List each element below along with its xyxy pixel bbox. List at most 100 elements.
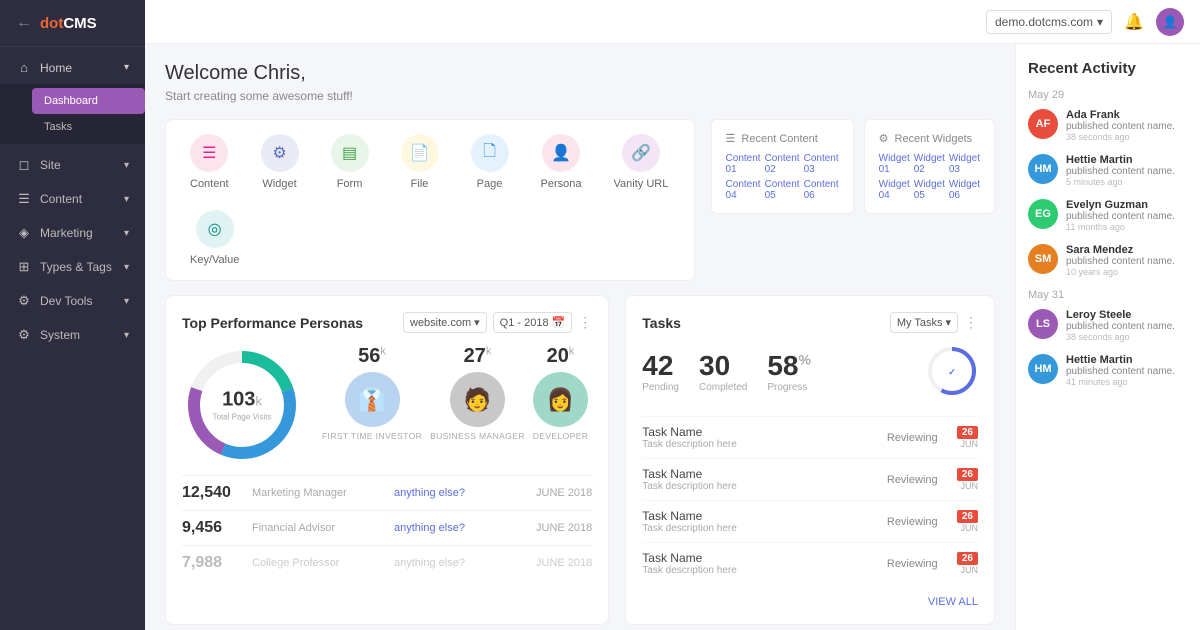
quick-link-vanity[interactable]: 🔗 Vanity URL: [598, 124, 685, 200]
user-avatar[interactable]: 👤: [1156, 8, 1184, 36]
activity-text-evelyn: Evelyn Guzman published content name. 11…: [1066, 199, 1188, 232]
recent-widgets-grid: Widget 01 Widget 02 Widget 03 Widget 04 …: [879, 153, 980, 201]
sidebar-content-label: Content: [40, 192, 82, 206]
tasks-filter-selector[interactable]: My Tasks ▾: [890, 312, 958, 333]
sidebar-item-home[interactable]: ⌂ Home ▾: [0, 51, 145, 84]
task-3-name: Task Name: [642, 509, 877, 523]
chevron-content-icon: ▾: [124, 194, 129, 205]
main-area: demo.dotcms.com ▾ 🔔 👤 Welcome Chris, Sta…: [145, 0, 1200, 630]
sidebar-item-types-tags[interactable]: ⊞ Types & Tags ▾: [0, 250, 145, 284]
site-selector[interactable]: demo.dotcms.com ▾: [986, 10, 1112, 34]
tasks-more-icon[interactable]: ⋮: [964, 314, 978, 331]
recent-content-03[interactable]: Content 03: [804, 153, 839, 175]
donut-label: Total Page Visits: [213, 413, 272, 422]
task-4-day: 26: [957, 552, 978, 565]
sidebar-item-marketing[interactable]: ◈ Marketing ▾: [0, 216, 145, 250]
quick-link-vanity-label: Vanity URL: [614, 178, 669, 190]
donut-chart: 103k Total Page Visits: [182, 345, 302, 465]
recent-widget-02[interactable]: Widget 02: [914, 153, 945, 175]
bell-icon[interactable]: 🔔: [1124, 12, 1144, 32]
task-completed-label: Completed: [699, 382, 747, 393]
activity-desc-evelyn: published content name.: [1066, 211, 1188, 222]
quick-link-keyval[interactable]: ◎ Key/Value: [174, 200, 255, 276]
activity-time-sara: 10 years ago: [1066, 267, 1188, 277]
personas-card-header: Top Performance Personas website.com ▾ Q…: [182, 312, 592, 333]
task-1-month: JUN: [961, 439, 979, 449]
personas-period-selector[interactable]: Q1 - 2018 📅: [493, 312, 573, 333]
view-all: VIEW ALL: [642, 594, 978, 608]
quick-link-persona[interactable]: 👤 Persona: [525, 124, 598, 200]
sidebar: ← dotCMS ⌂ Home ▾ Dashboard Tasks ◻ Site…: [0, 0, 145, 630]
activity-text-sara: Sara Mendez published content name. 10 y…: [1066, 244, 1188, 277]
task-3-desc: Task description here: [642, 523, 877, 534]
persona-investor-img: 👔: [345, 372, 400, 427]
activity-avatar-ada: AF: [1028, 109, 1058, 139]
quick-link-content[interactable]: ☰ Content: [174, 124, 245, 200]
recent-content-04[interactable]: Content 04: [726, 179, 761, 201]
activity-desc-hettie1: published content name.: [1066, 166, 1188, 177]
main-content: Welcome Chris, Start creating some aweso…: [145, 44, 1015, 630]
personas-more-icon[interactable]: ⋮: [578, 314, 592, 331]
activity-time-hettie2: 41 minutes ago: [1066, 377, 1188, 387]
recent-widget-05[interactable]: Widget 05: [914, 179, 945, 201]
recent-content-06[interactable]: Content 06: [804, 179, 839, 201]
activity-item-hettie1: HM Hettie Martin published content name.…: [1028, 154, 1188, 187]
sidebar-item-system[interactable]: ⚙ System ▾: [0, 318, 145, 352]
site-name: demo.dotcms.com: [995, 15, 1093, 29]
recent-content-05[interactable]: Content 05: [765, 179, 800, 201]
sidebar-item-tasks[interactable]: Tasks: [32, 114, 145, 140]
donut-center: 103k Total Page Visits: [213, 389, 272, 422]
quick-link-widget-label: Widget: [262, 178, 296, 190]
quick-link-page[interactable]: 🗋 Page: [455, 124, 525, 200]
task-3-day: 26: [957, 510, 978, 523]
donut-total: 103k: [213, 389, 272, 411]
recent-widget-06[interactable]: Widget 06: [949, 179, 980, 201]
activity-text-hettie1: Hettie Martin published content name. 5 …: [1066, 154, 1188, 187]
recent-widget-01[interactable]: Widget 01: [879, 153, 910, 175]
activity-avatar-evelyn: EG: [1028, 199, 1058, 229]
devtools-icon: ⚙: [16, 293, 32, 309]
system-icon: ⚙: [16, 327, 32, 343]
persona-row-3-role: College Professor: [252, 557, 384, 569]
recent-widget-03[interactable]: Widget 03: [949, 153, 980, 175]
welcome-subtitle: Start creating some awesome stuff!: [165, 89, 995, 103]
sidebar-item-dev-tools[interactable]: ⚙ Dev Tools ▾: [0, 284, 145, 318]
quick-link-widget[interactable]: ⚙ Widget: [245, 124, 315, 200]
persona-row-2-link[interactable]: anything else?: [394, 522, 526, 534]
persona-row-3: 7,988 College Professor anything else? J…: [182, 545, 592, 580]
sidebar-item-content[interactable]: ☰ Content ▾: [0, 182, 145, 216]
logo: dotCMS: [40, 15, 97, 32]
activity-text-ada: Ada Frank published content name. 38 sec…: [1066, 109, 1188, 142]
content-ql-icon: ☰: [190, 134, 228, 172]
task-4-date: 26 JUN: [957, 552, 978, 575]
persona-investor-label: FIRST TIME INVESTOR: [322, 431, 422, 441]
activity-text-leroy: Leroy Steele published content name. 38 …: [1066, 309, 1188, 342]
persona-row-1-link[interactable]: anything else?: [394, 487, 526, 499]
recent-content-01[interactable]: Content 01: [726, 153, 761, 175]
task-completed-num: 30: [699, 352, 747, 380]
activity-name-ada: Ada Frank: [1066, 109, 1188, 121]
quick-link-file[interactable]: 📄 File: [385, 124, 455, 200]
activity-avatar-leroy: LS: [1028, 309, 1058, 339]
task-2-name: Task Name: [642, 467, 877, 481]
personas-site-selector[interactable]: website.com ▾: [403, 312, 487, 333]
persona-row-3-link[interactable]: anything else?: [394, 557, 526, 569]
sidebar-item-dashboard[interactable]: Dashboard: [32, 88, 145, 114]
recent-content-02[interactable]: Content 02: [765, 153, 800, 175]
quick-link-form[interactable]: ▤ Form: [315, 124, 385, 200]
quick-link-form-label: Form: [337, 178, 363, 190]
chevron-icon: ▾: [124, 62, 129, 73]
recent-widget-04[interactable]: Widget 04: [879, 179, 910, 201]
view-all-link[interactable]: VIEW ALL: [928, 596, 978, 608]
persona-investor-value: 56k: [358, 345, 386, 368]
persona-row-1-role: Marketing Manager: [252, 487, 384, 499]
task-item-4: Task Name Task description here Reviewin…: [642, 542, 978, 584]
persona-row-3-date: JUNE 2018: [536, 557, 592, 569]
task-pending-num: 42: [642, 352, 679, 380]
file-ql-icon: 📄: [401, 134, 439, 172]
task-4-desc: Task description here: [642, 565, 877, 576]
activity-avatar-hettie2: HM: [1028, 354, 1058, 384]
back-icon[interactable]: ←: [16, 14, 32, 32]
sidebar-item-site[interactable]: ◻ Site ▾: [0, 148, 145, 182]
task-1-info: Task Name Task description here: [642, 425, 877, 450]
